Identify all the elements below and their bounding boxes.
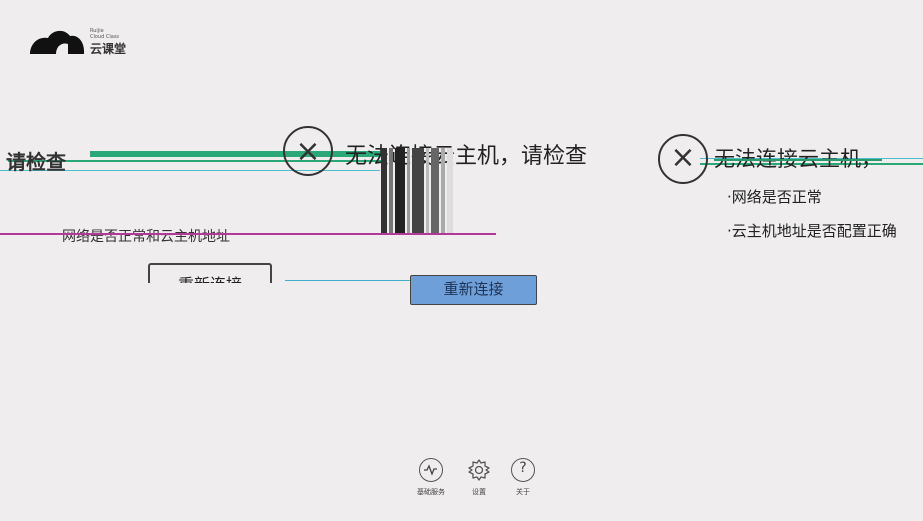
basic-service-button[interactable]: 基础服务 (406, 458, 456, 497)
reconnect-button-primary[interactable]: 重新连接 (410, 275, 537, 305)
check-item: ·云主机地址是否配置正确 (727, 222, 897, 240)
toolbar-label: 基础服务 (417, 488, 445, 496)
reconnect-button[interactable]: 重新连接 (148, 263, 272, 283)
pulse-icon (419, 458, 443, 482)
logo-name: 云课堂 (90, 42, 127, 56)
app-logo: Ruijie Cloud Class 云课堂 (28, 24, 168, 60)
toolbar-label: 关于 (516, 488, 530, 496)
error-icon: × (283, 126, 333, 176)
glitch-line (0, 233, 496, 235)
reconnect-button-label: 重新连接 (443, 280, 504, 298)
about-button[interactable]: ? 关于 (498, 458, 548, 497)
hint-text: 网络是否正常和云主机地址 (62, 229, 230, 245)
error-icon: × (658, 134, 708, 184)
check-item: ·网络是否正常 (727, 188, 822, 206)
error-message: 无法连接云主机， (714, 147, 882, 171)
cloud-logo-icon (30, 30, 85, 54)
toolbar-label: 设置 (472, 488, 486, 496)
question-icon: ? (511, 458, 535, 482)
gear-icon (467, 458, 491, 482)
settings-button[interactable]: 设置 (454, 458, 504, 497)
reconnect-button-label: 重新连接 (150, 271, 270, 283)
check-title: 请检查 (6, 150, 66, 174)
glitch-bars (381, 148, 453, 234)
glitch-band (90, 151, 380, 157)
